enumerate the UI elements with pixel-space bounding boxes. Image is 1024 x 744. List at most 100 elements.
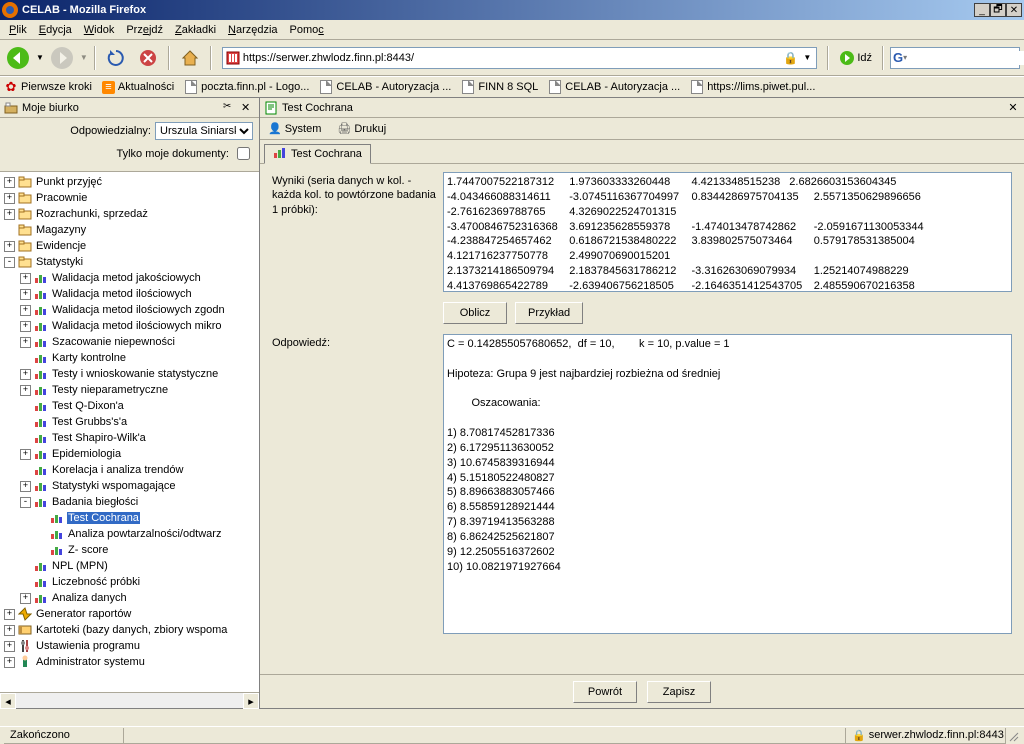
expand-toggle[interactable]: +	[20, 449, 31, 460]
tree-node[interactable]: +Statystyki wspomagające	[0, 478, 259, 494]
tree-node[interactable]: Z- score	[0, 542, 259, 558]
menu-edit[interactable]: Edycja	[34, 22, 77, 38]
tree-node[interactable]: Liczebność próbki	[0, 574, 259, 590]
sidebar-close-icon[interactable]: ✕	[241, 101, 255, 115]
calculate-button[interactable]: Oblicz	[443, 302, 507, 324]
url-input[interactable]	[241, 52, 782, 64]
url-bar[interactable]: 🔒 ▼	[222, 47, 817, 69]
tree[interactable]: +Punkt przyjęć+Pracownie+Rozrachunki, sp…	[0, 171, 259, 692]
bookmark-item[interactable]: poczta.finn.pl - Logo...	[184, 80, 309, 94]
tree-node[interactable]: +Pracownie	[0, 190, 259, 206]
tree-node[interactable]: Test Grubbs's'a	[0, 414, 259, 430]
back-dropdown-icon[interactable]: ▼	[36, 53, 44, 62]
tree-node[interactable]: Test Shapiro-Wilk'a	[0, 430, 259, 446]
tree-node[interactable]: +Administrator systemu	[0, 654, 259, 670]
expand-toggle[interactable]: +	[4, 625, 15, 636]
menu-file[interactable]: Plik	[4, 22, 32, 38]
tree-node[interactable]: Test Cochrana	[0, 510, 259, 526]
tree-node[interactable]: +Kartoteki (bazy danych, zbiory wspoma	[0, 622, 259, 638]
tree-node[interactable]: +Punkt przyjęć	[0, 174, 259, 190]
url-dropdown-icon[interactable]: ▼	[800, 49, 814, 67]
stop-button[interactable]	[134, 44, 162, 72]
tree-node[interactable]: +Testy nieparametryczne	[0, 382, 259, 398]
print-button[interactable]: 🖨 Drukuj	[335, 121, 388, 136]
expand-toggle[interactable]: +	[20, 369, 31, 380]
tree-node[interactable]: +Generator raportów	[0, 606, 259, 622]
expand-toggle[interactable]: +	[4, 641, 15, 652]
minimize-button[interactable]: _	[974, 3, 990, 17]
menu-view[interactable]: Widok	[79, 22, 120, 38]
resize-grip-icon[interactable]	[1006, 729, 1020, 743]
tree-node[interactable]: Korelacja i analiza trendów	[0, 462, 259, 478]
menu-go[interactable]: Przejdź	[121, 22, 168, 38]
tree-node[interactable]: +Analiza danych	[0, 590, 259, 606]
tree-node[interactable]: Magazyny	[0, 222, 259, 238]
back-button[interactable]	[4, 44, 32, 72]
tree-node[interactable]: Test Q-Dixon'a	[0, 398, 259, 414]
tree-node[interactable]: +Ewidencje	[0, 238, 259, 254]
go-button[interactable]: Idź	[835, 47, 876, 69]
search-input[interactable]	[907, 51, 1024, 65]
bookmark-item[interactable]: https://lims.piwet.pul...	[690, 80, 815, 94]
tree-node[interactable]: +Walidacja metod ilościowych mikro	[0, 318, 259, 334]
expand-toggle[interactable]: +	[4, 209, 15, 220]
expand-toggle[interactable]: -	[20, 497, 31, 508]
bookmark-item[interactable]: ≡ Aktualności	[102, 81, 174, 94]
expand-toggle[interactable]: +	[4, 657, 15, 668]
menu-tools[interactable]: Narzędzia	[223, 22, 283, 38]
tree-node[interactable]: +Szacowanie niepewności	[0, 334, 259, 350]
tree-node[interactable]: +Ustawienia programu	[0, 638, 259, 654]
expand-toggle[interactable]: +	[4, 609, 15, 620]
close-button[interactable]: ✕	[1006, 3, 1022, 17]
restore-button[interactable]: 🗗	[990, 3, 1006, 17]
tree-node[interactable]: Analiza powtarzalności/odtwarz	[0, 526, 259, 542]
menu-bookmarks[interactable]: Zakładki	[170, 22, 221, 38]
expand-toggle[interactable]: -	[4, 257, 15, 268]
expand-toggle[interactable]: +	[20, 593, 31, 604]
home-button[interactable]	[176, 44, 204, 72]
tree-node[interactable]: +Walidacja metod jakościowych	[0, 270, 259, 286]
tree-node[interactable]: +Walidacja metod ilościowych zgodn	[0, 302, 259, 318]
input-data-textarea[interactable]	[443, 172, 1012, 292]
tree-node[interactable]: NPL (MPN)	[0, 558, 259, 574]
tree-node[interactable]: +Epidemiologia	[0, 446, 259, 462]
bookmark-item[interactable]: CELAB - Autoryzacja ...	[319, 80, 451, 94]
search-bar[interactable]: G▾	[890, 47, 1020, 69]
tab-cochrana[interactable]: Test Cochrana	[264, 144, 371, 164]
pin-icon[interactable]: ✂	[223, 101, 237, 115]
bookmark-item[interactable]: ✿ Pierwsze kroki	[4, 80, 92, 94]
sidebar-h-scrollbar[interactable]: ◂ ▸	[0, 692, 259, 708]
menu-help[interactable]: Pomoc	[285, 22, 329, 38]
scroll-left-icon[interactable]: ◂	[0, 693, 16, 709]
expand-toggle[interactable]: +	[20, 321, 31, 332]
expand-toggle[interactable]: +	[20, 337, 31, 348]
expand-toggle[interactable]: +	[4, 193, 15, 204]
answer-textarea[interactable]	[443, 334, 1012, 634]
tree-node[interactable]: -Statystyki	[0, 254, 259, 270]
save-button[interactable]: Zapisz	[647, 681, 711, 703]
search-engine-icon[interactable]: G▾	[893, 50, 907, 65]
only-mine-checkbox[interactable]	[237, 147, 250, 160]
bookmark-item[interactable]: CELAB - Autoryzacja ...	[548, 80, 680, 94]
expand-toggle[interactable]: +	[20, 273, 31, 284]
tree-node[interactable]: +Walidacja metod ilościowych	[0, 286, 259, 302]
expand-toggle[interactable]: +	[4, 177, 15, 188]
expand-toggle[interactable]: +	[20, 289, 31, 300]
tree-node[interactable]: Karty kontrolne	[0, 350, 259, 366]
expand-toggle[interactable]: +	[4, 241, 15, 252]
responsible-select[interactable]: Urszula Siniarska	[155, 122, 253, 140]
expand-toggle[interactable]: +	[20, 305, 31, 316]
tree-node[interactable]: +Rozrachunki, sprzedaż	[0, 206, 259, 222]
tree-label: Liczebność próbki	[51, 576, 141, 588]
bookmark-item[interactable]: FINN 8 SQL	[461, 80, 538, 94]
expand-toggle[interactable]: +	[20, 385, 31, 396]
reload-button[interactable]	[102, 44, 130, 72]
content-close-icon[interactable]: ✕	[1006, 101, 1020, 115]
system-menu[interactable]: 👤 System	[266, 121, 323, 136]
tree-node[interactable]: -Badania biegłości	[0, 494, 259, 510]
example-button[interactable]: Przykład	[515, 302, 583, 324]
back-button-form[interactable]: Powrót	[573, 681, 637, 703]
tree-node[interactable]: +Testy i wnioskowanie statystyczne	[0, 366, 259, 382]
scroll-right-icon[interactable]: ▸	[243, 693, 259, 709]
expand-toggle[interactable]: +	[20, 481, 31, 492]
